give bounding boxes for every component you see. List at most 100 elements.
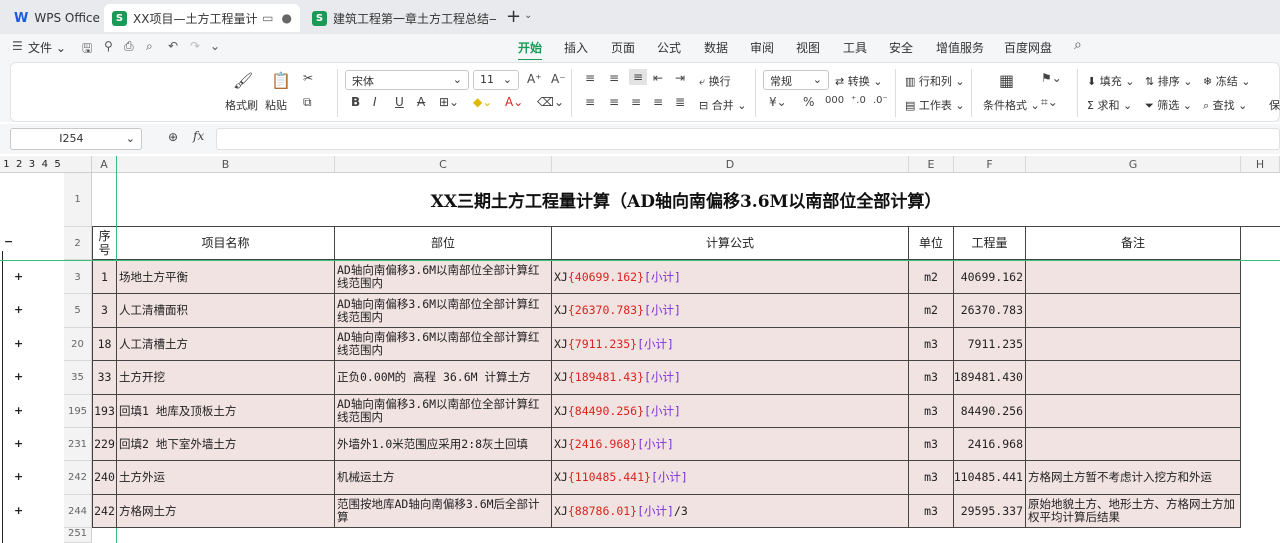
cell-seq[interactable]: 1 (92, 261, 117, 294)
cell-unit[interactable]: m3 (909, 495, 954, 528)
cell-name[interactable]: 土方外运 (117, 461, 335, 495)
cell-note[interactable]: 原始地貌土方、地形土方、方格网土方加权平均计算后结果 (1026, 495, 1241, 528)
align-middle-icon[interactable]: ≡ (609, 71, 619, 85)
decrease-decimal-icon[interactable]: .0⁻ (873, 95, 888, 106)
menu-formula[interactable]: 公式 (657, 39, 681, 56)
menu-start[interactable]: 开始 (518, 39, 543, 61)
font-color-icon[interactable]: A⌄ (505, 95, 523, 109)
sum-button[interactable]: Σ 求和 ⌄ (1087, 97, 1132, 113)
cell-qty[interactable]: 110485.441 (954, 461, 1026, 495)
unsaved-dot-icon[interactable]: ● (282, 11, 292, 25)
select-all-corner[interactable] (64, 156, 92, 173)
cell-seq[interactable]: 33 (92, 361, 117, 395)
distribute-icon[interactable]: ≣ (675, 95, 685, 109)
align-left-icon[interactable]: ≡ (585, 95, 595, 109)
cell-seq[interactable]: 240 (92, 461, 117, 495)
copy-icon[interactable]: ⧉ (303, 95, 312, 110)
cell-part[interactable]: 范围按地库AD轴向南偏移3.6M后全部计算 (335, 495, 552, 528)
cell-seq[interactable]: 193 (92, 395, 117, 428)
eraser-icon[interactable]: ⌫⌄ (537, 95, 564, 109)
tab-document-2[interactable]: S 建筑工程第一章土方工程总结—2022 (304, 4, 496, 32)
cell-formula[interactable]: XJ {26370.783} [小计] (552, 294, 909, 328)
row-header[interactable]: 35 (64, 361, 92, 395)
cell-formula[interactable]: XJ {40699.162} [小计] (552, 261, 909, 294)
cell-formula[interactable]: XJ {84490.256} [小计] (552, 395, 909, 428)
save-ribbon-button[interactable]: 保 (1269, 97, 1280, 113)
menu-insert[interactable]: 插入 (564, 39, 588, 56)
cell-name[interactable]: 回填1 地库及顶板土方 (117, 395, 335, 428)
conditional-format-button[interactable]: 条件格式 ⌄ (983, 97, 1040, 113)
indent-decrease-icon[interactable]: ⇤ (653, 71, 663, 85)
strikethrough-icon[interactable]: A (417, 95, 425, 109)
cell-part[interactable]: 外墙外1.0米范围应采用2:8灰土回填 (335, 428, 552, 461)
outline-level-1[interactable]: 1 (3, 159, 9, 170)
menu-data[interactable]: 数据 (704, 39, 728, 56)
align-right-icon[interactable]: ≡ (631, 95, 641, 109)
header-unit[interactable]: 单位 (909, 227, 954, 260)
column-header-a[interactable]: A (92, 156, 117, 173)
increase-font-icon[interactable]: A⁺ (527, 72, 542, 86)
column-header-e[interactable]: E (909, 156, 954, 173)
zoom-icon[interactable]: ⊕ (168, 130, 178, 144)
collapse-outline-button[interactable]: − (4, 235, 13, 248)
italic-icon[interactable]: I (373, 95, 377, 109)
print-preview-icon[interactable]: ⌕ (146, 39, 153, 54)
hamburger-icon[interactable]: ☰ (12, 39, 23, 53)
expand-outline-button[interactable]: + (14, 270, 23, 283)
worksheet-button[interactable]: ▤ 工作表 ⌄ (905, 97, 965, 113)
cell-name[interactable]: 方格网土方 (117, 495, 335, 528)
cell-unit[interactable]: m3 (909, 361, 954, 395)
row-header[interactable]: 3 (64, 261, 92, 294)
formula-input[interactable] (216, 128, 1280, 150)
cell-formula[interactable]: XJ {88786.01} [小计]/3 (552, 495, 909, 528)
column-header-c[interactable]: C (335, 156, 552, 173)
wrap-text-button[interactable]: ⤶ 换行 (699, 73, 731, 89)
increase-decimal-icon[interactable]: ⁺.0 (851, 95, 866, 106)
cell-name[interactable]: 人工清槽土方 (117, 328, 335, 361)
cell-note[interactable] (1026, 428, 1241, 461)
row-header[interactable]: 5 (64, 294, 92, 328)
row-header[interactable]: 2 (64, 227, 92, 260)
print-icon[interactable]: ⎙ (124, 39, 134, 54)
font-size-select[interactable]: 11 ⌄ (473, 70, 519, 90)
row-header[interactable]: 242 (64, 461, 92, 495)
align-bottom-icon[interactable]: ≡ (629, 69, 648, 85)
cell-part[interactable]: 机械运土方 (335, 461, 552, 495)
freeze-button[interactable]: ❄ 冻结 ⌄ (1203, 73, 1250, 89)
expand-outline-button[interactable]: + (14, 470, 23, 483)
cell-seq[interactable]: 242 (92, 495, 117, 528)
new-tab-button[interactable]: + (506, 6, 521, 27)
menu-tools[interactable]: 工具 (843, 39, 867, 56)
tab-wps-home[interactable]: W WPS Office (6, 4, 102, 32)
header-note[interactable]: 备注 (1026, 227, 1241, 260)
cell-border-icon[interactable]: ⌗⌄ (1041, 95, 1058, 110)
cell-seq[interactable]: 229 (92, 428, 117, 461)
name-box[interactable]: I254 ⌄ (10, 128, 142, 150)
cell-unit[interactable]: m3 (909, 328, 954, 361)
align-center-icon[interactable]: ≡ (609, 95, 619, 109)
cell-part[interactable]: AD轴向南偏移3.6M以南部位全部计算红线范围内 (335, 261, 552, 294)
row-header[interactable]: 1 (64, 173, 92, 227)
chevron-down-icon[interactable]: ⌄ (524, 10, 532, 21)
underline-icon[interactable]: U (395, 95, 404, 109)
cell-unit[interactable]: m3 (909, 395, 954, 428)
expand-outline-button[interactable]: + (14, 303, 23, 316)
cell-formula[interactable]: XJ {2416.968} [小计] (552, 428, 909, 461)
cut-icon[interactable]: ✂ (303, 71, 313, 85)
menu-view[interactable]: 视图 (796, 39, 820, 56)
expand-outline-button[interactable]: + (14, 404, 23, 417)
expand-outline-button[interactable]: + (14, 504, 23, 517)
cell-style-icon[interactable]: ⚑⌄ (1041, 71, 1062, 85)
sheet-title[interactable]: XX三期土方工程量计算（AD轴向南偏移3.6M以南部位全部计算） (92, 173, 1280, 227)
menu-page[interactable]: 页面 (611, 39, 635, 56)
redo-icon[interactable]: ↷ (190, 39, 200, 53)
cell-qty[interactable]: 40699.162 (954, 261, 1026, 294)
cell-part[interactable]: AD轴向南偏移3.6M以南部位全部计算红线范围内 (335, 328, 552, 361)
cell-formula[interactable]: XJ {189481.43} [小计] (552, 361, 909, 395)
expand-outline-button[interactable]: + (14, 437, 23, 450)
cell-name[interactable]: 人工清槽面积 (117, 294, 335, 328)
outline-level-3[interactable]: 3 (29, 159, 35, 170)
cell-formula[interactable]: XJ {110485.441} [小计] (552, 461, 909, 495)
cell-name[interactable]: 场地土方平衡 (117, 261, 335, 294)
cell-unit[interactable]: m2 (909, 261, 954, 294)
